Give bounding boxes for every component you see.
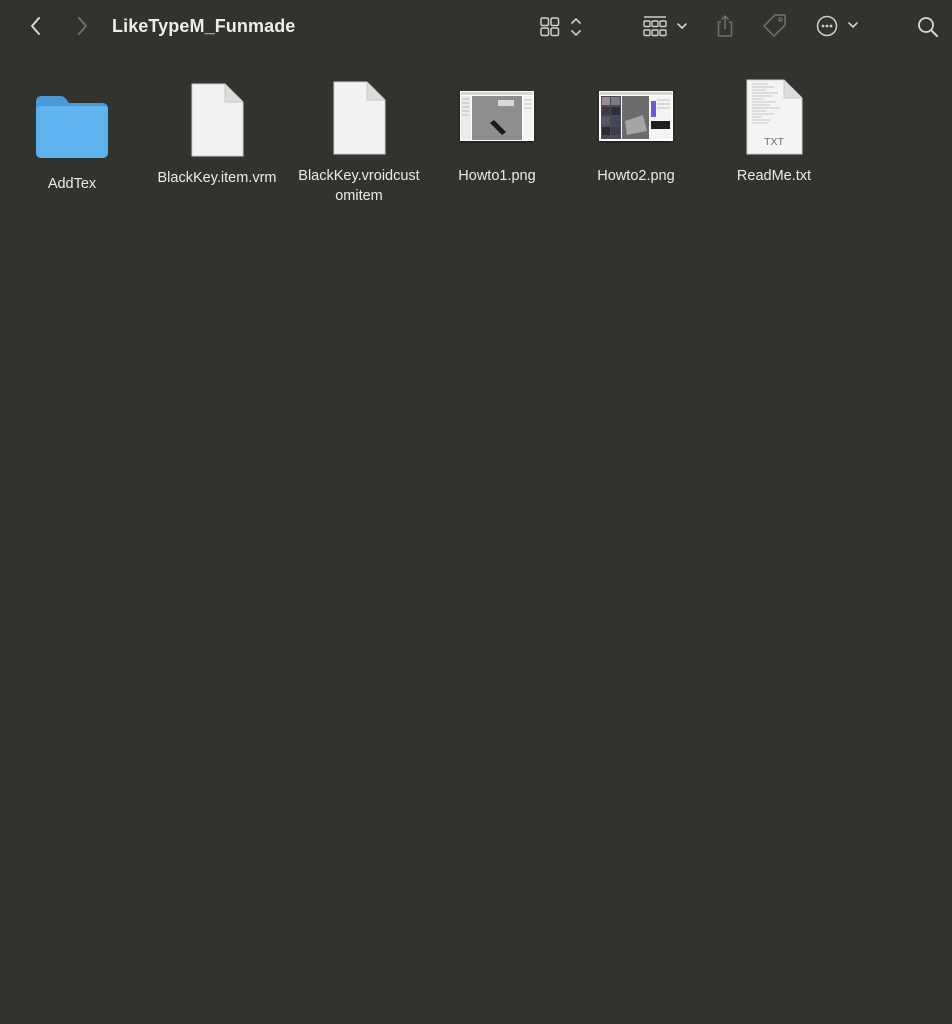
file-item-howto2[interactable]: Howto2.png [568, 80, 704, 200]
file-name: BlackKey.vroidcustomitem [298, 168, 420, 204]
file-name: Howto2.png [597, 168, 675, 184]
group-by-button[interactable] [641, 14, 691, 40]
document-icon [333, 81, 386, 155]
forward-button[interactable] [70, 12, 94, 40]
more-actions-button[interactable] [814, 13, 862, 39]
search-button[interactable] [914, 13, 942, 41]
file-item-howto1[interactable]: Howto1.png [429, 80, 565, 200]
file-item-blackkey-vroidcustomitem[interactable]: BlackKey.vroidcustomitem [291, 80, 427, 210]
tag-icon [763, 14, 786, 37]
share-button[interactable] [712, 12, 738, 40]
tag-button[interactable] [760, 12, 790, 40]
ellipsis-circle-icon [816, 15, 858, 37]
share-icon [717, 15, 733, 37]
folder-icon [36, 96, 108, 158]
file-item-blackkey-vrm[interactable]: BlackKey.item.vrm [149, 80, 285, 200]
file-name: ReadMe.txt [736, 168, 812, 184]
icon-view-grid-icon [540, 17, 581, 37]
group-by-icon [643, 16, 687, 37]
window-title: LikeTypeM_Funmade [112, 16, 296, 36]
file-item-readme[interactable]: TXT ReadMe.txt [706, 79, 842, 200]
chevron-right-icon [78, 17, 87, 35]
image-thumbnail [460, 91, 534, 141]
file-name: BlackKey.item.vrm [157, 170, 277, 186]
chevron-left-icon [31, 17, 40, 35]
toolbar: LikeTypeM_Funmade [0, 0, 952, 54]
file-name: AddTex [47, 176, 97, 192]
document-icon [191, 83, 244, 157]
back-button[interactable] [24, 12, 48, 40]
image-thumbnail [599, 91, 673, 141]
file-item-addtex[interactable]: AddTex [4, 80, 140, 200]
search-icon [918, 17, 938, 37]
file-type-badge: TXT [764, 136, 784, 148]
view-mode-button[interactable] [538, 14, 586, 40]
file-name: Howto1.png [458, 168, 536, 184]
